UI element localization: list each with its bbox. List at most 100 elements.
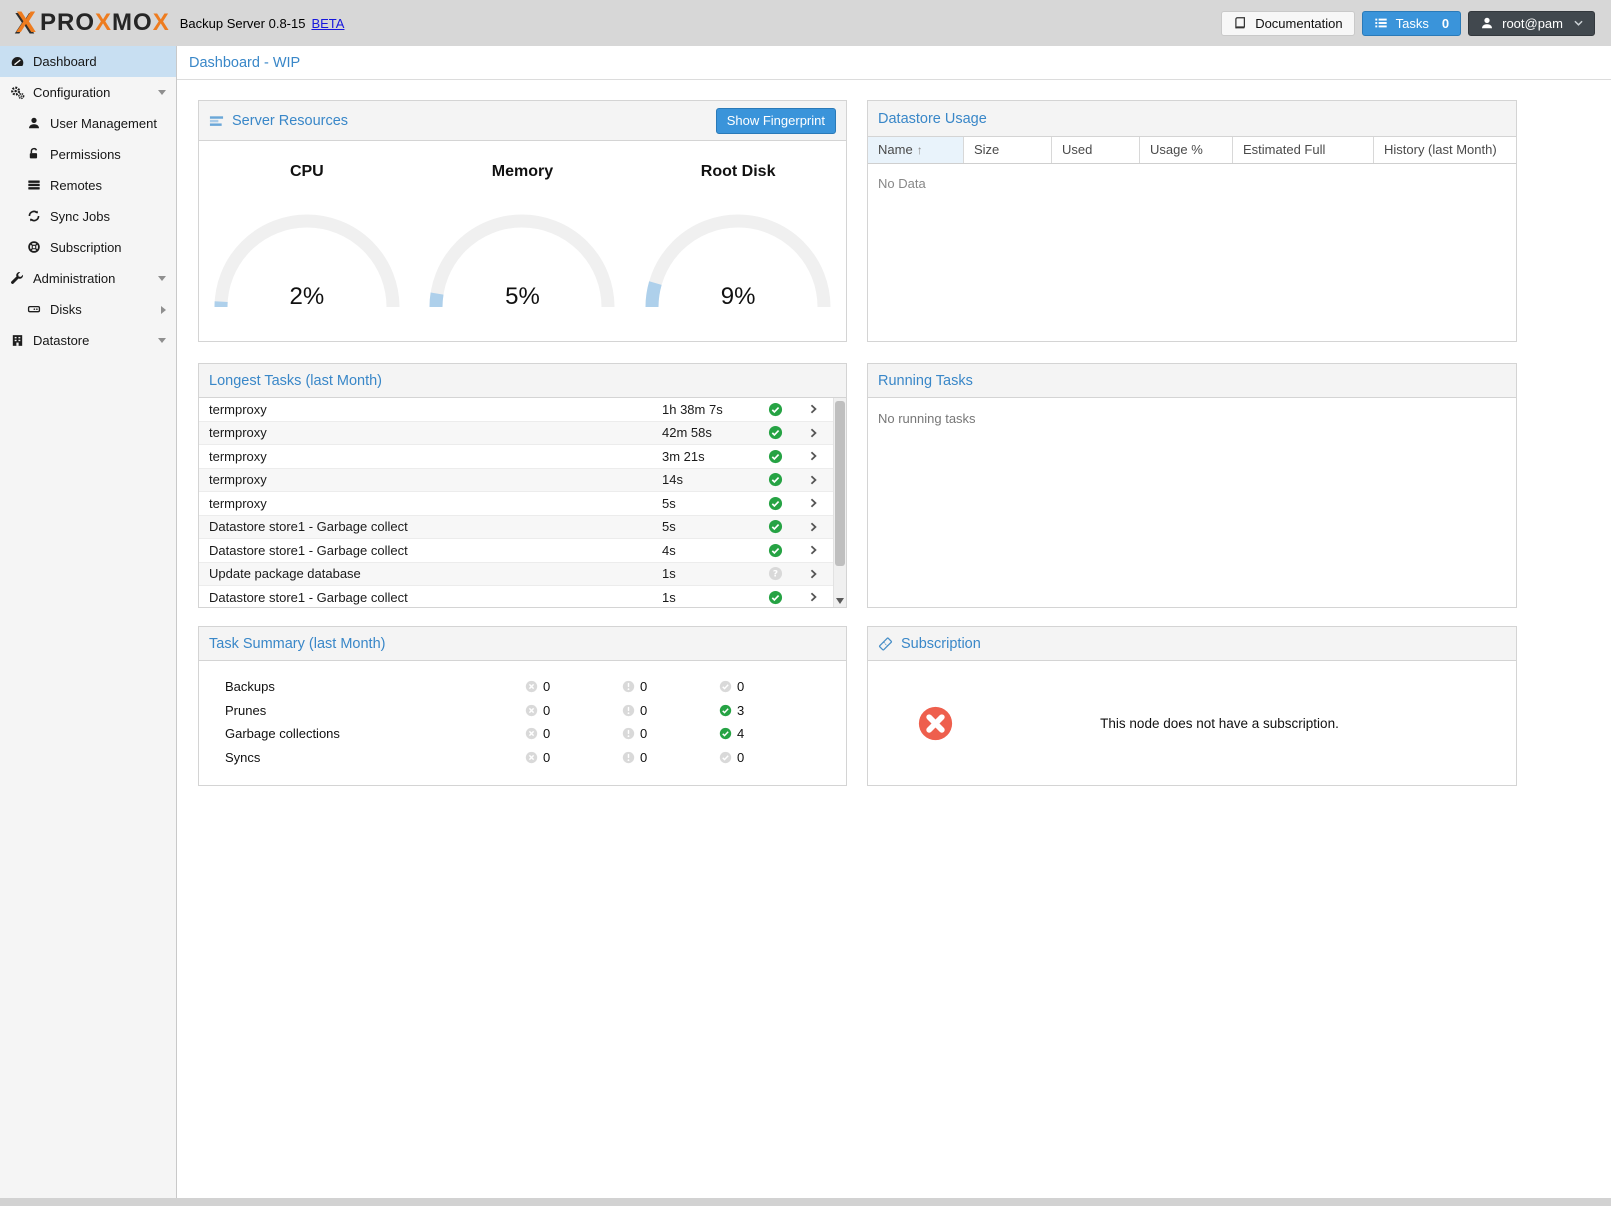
ok-count-icon: [719, 751, 732, 764]
top-bar: X PROXMOX Backup Server 0.8-15 BETA Docu…: [0, 0, 1611, 46]
column-header-usage[interactable]: Usage %: [1140, 137, 1233, 163]
datastore-usage-panel: Datastore Usage Name↑ Size Used Usage % …: [867, 100, 1517, 342]
sidebar-item-administration[interactable]: Administration: [0, 263, 176, 294]
cpu-gauge-value: 2%: [207, 283, 407, 311]
column-header-history[interactable]: History (last Month): [1374, 137, 1516, 163]
sidebar-item-subscription[interactable]: Subscription: [0, 232, 176, 263]
summary-row-prunes: Prunes 0 0 3: [199, 699, 846, 723]
sidebar-item-configuration[interactable]: Configuration: [0, 77, 176, 108]
chevron-right-icon: [793, 402, 833, 416]
tasks-button[interactable]: Tasks 0: [1362, 11, 1461, 36]
bottom-strip: [0, 1198, 1611, 1206]
documentation-button[interactable]: Documentation: [1221, 11, 1354, 36]
status-ok-icon: [757, 590, 793, 605]
life-ring-icon: [27, 240, 42, 255]
summary-row-syncs: Syncs 0 0 0: [199, 746, 846, 770]
error-count-icon: [525, 727, 538, 740]
task-row[interactable]: Datastore store1 - Garbage collect 4s: [199, 539, 833, 563]
chevron-right-icon: [793, 543, 833, 557]
server-resources-panel: Server Resources Show Fingerprint CPU: [198, 100, 847, 342]
scrollbar[interactable]: [833, 398, 846, 607]
tasks-count-badge: 0: [1442, 16, 1449, 31]
sidebar-item-label: Sync Jobs: [50, 209, 110, 224]
column-header-size[interactable]: Size: [964, 137, 1052, 163]
chevron-down-icon: [1574, 20, 1583, 26]
product-version-label: Backup Server 0.8-15: [180, 16, 306, 31]
panel-title: Task Summary (last Month): [209, 636, 385, 652]
tachometer-icon: [10, 54, 25, 69]
chevron-right-icon: [793, 473, 833, 487]
sidebar-item-label: User Management: [50, 116, 157, 131]
task-row[interactable]: termproxy 3m 21s: [199, 445, 833, 469]
task-row[interactable]: termproxy 1h 38m 7s: [199, 398, 833, 422]
sidebar-item-label: Dashboard: [33, 54, 97, 69]
scrollbar-thumb[interactable]: [835, 401, 845, 566]
status-ok-icon: [757, 449, 793, 464]
building-icon: [10, 333, 25, 348]
sidebar-item-label: Subscription: [50, 240, 122, 255]
sidebar-item-disks[interactable]: Disks: [0, 294, 176, 325]
sync-icon: [27, 209, 42, 224]
task-row[interactable]: termproxy 42m 58s: [199, 422, 833, 446]
user-menu-button[interactable]: root@pam: [1468, 11, 1595, 36]
task-list-icon: [1374, 16, 1389, 31]
error-count-icon: [525, 751, 538, 764]
error-count-icon: [525, 680, 538, 693]
chevron-right-icon: [793, 520, 833, 534]
summary-row-garbage-collections: Garbage collections 0 0 4: [199, 722, 846, 746]
empty-state-text: No running tasks: [868, 398, 1516, 439]
page-title: Dashboard - WIP: [177, 46, 1611, 80]
beta-link[interactable]: BETA: [311, 16, 344, 31]
sidebar-item-datastore[interactable]: Datastore: [0, 325, 176, 356]
memory-gauge: Memory 5%: [422, 163, 622, 341]
chevron-down-icon[interactable]: [158, 90, 166, 95]
sidebar-item-permissions[interactable]: Permissions: [0, 139, 176, 170]
root-disk-gauge: Root Disk 9%: [638, 163, 838, 341]
status-ok-icon: [757, 402, 793, 417]
subscription-message: This node does not have a subscription.: [953, 716, 1516, 731]
sidebar-item-user-management[interactable]: User Management: [0, 108, 176, 139]
sidebar-item-remotes[interactable]: Remotes: [0, 170, 176, 201]
sidebar-item-label: Disks: [50, 302, 82, 317]
sidebar-item-label: Datastore: [33, 333, 89, 348]
proxmox-wordmark: PROXMOX: [40, 11, 170, 35]
show-fingerprint-button[interactable]: Show Fingerprint: [716, 108, 836, 134]
status-ok-icon: [757, 472, 793, 487]
task-row[interactable]: termproxy 14s: [199, 469, 833, 493]
column-header-name[interactable]: Name↑: [868, 137, 964, 163]
ok-count-icon: [719, 704, 732, 717]
sidebar-item-dashboard[interactable]: Dashboard: [0, 46, 176, 77]
column-header-estimated-full[interactable]: Estimated Full: [1233, 137, 1374, 163]
sort-up-icon: ↑: [917, 143, 923, 157]
status-ok-icon: [757, 425, 793, 440]
user-icon: [1480, 16, 1495, 31]
empty-state-text: No Data: [868, 164, 1516, 203]
cpu-gauge: CPU 2%: [207, 163, 407, 341]
column-header-used[interactable]: Used: [1052, 137, 1140, 163]
root-disk-gauge-value: 9%: [638, 283, 838, 311]
chevron-down-icon[interactable]: [158, 276, 166, 281]
task-row[interactable]: Datastore store1 - Garbage collect 1s: [199, 586, 833, 607]
longest-tasks-panel: Longest Tasks (last Month) termproxy 1h …: [198, 363, 847, 608]
panel-title: Server Resources: [232, 113, 348, 129]
task-row[interactable]: Update package database 1s ?: [199, 563, 833, 587]
svg-text:?: ?: [772, 570, 777, 580]
status-unknown-icon: ?: [757, 566, 793, 581]
task-row[interactable]: Datastore store1 - Garbage collect 5s: [199, 516, 833, 540]
ok-count-icon: [719, 680, 732, 693]
chevron-right-icon: [793, 426, 833, 440]
chevron-down-icon[interactable]: [158, 338, 166, 343]
bars-icon: [209, 113, 224, 128]
subscription-panel: Subscription This node does not have a s…: [867, 626, 1517, 786]
no-subscription-icon: [918, 706, 953, 741]
book-icon: [1233, 16, 1248, 31]
unlock-icon: [27, 147, 42, 162]
panel-title: Running Tasks: [878, 373, 973, 389]
chevron-right-icon[interactable]: [161, 306, 166, 314]
dashboard-content: Server Resources Show Fingerprint CPU: [177, 80, 1611, 1198]
chevron-right-icon: [793, 496, 833, 510]
sidebar-item-sync-jobs[interactable]: Sync Jobs: [0, 201, 176, 232]
panel-title: Longest Tasks (last Month): [209, 373, 382, 389]
scroll-down-arrow-icon[interactable]: [836, 598, 844, 604]
task-row[interactable]: termproxy 5s: [199, 492, 833, 516]
